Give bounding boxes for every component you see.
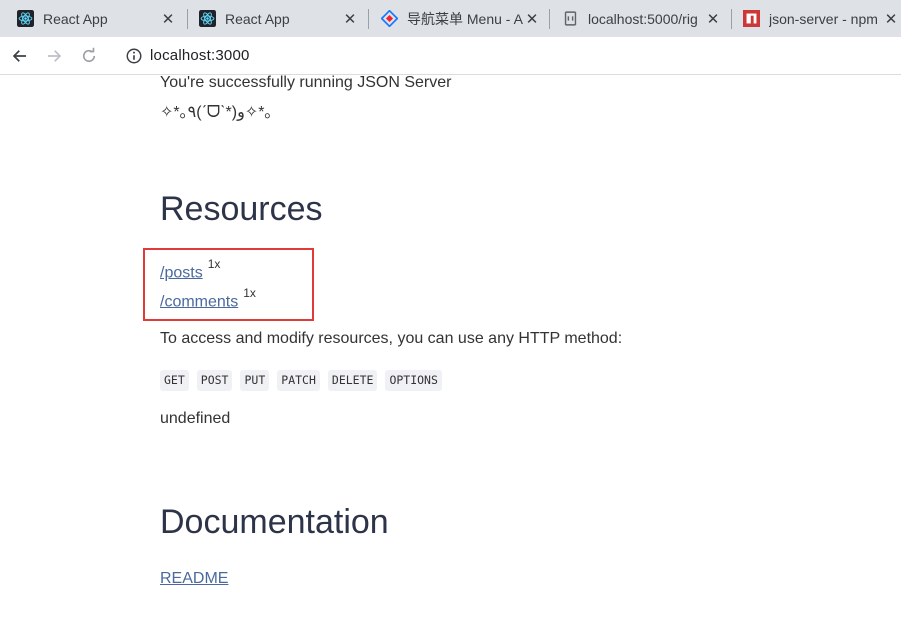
running-message: You're successfully running JSON Server	[160, 74, 452, 91]
undefined-text: undefined	[160, 410, 231, 427]
forward-button[interactable]	[42, 44, 66, 68]
access-text: To access and modify resources, you can …	[160, 330, 623, 347]
highlight-annotation-box	[143, 248, 314, 321]
tab-title: json-server - npm	[769, 10, 878, 27]
npm-icon	[743, 10, 760, 27]
react-icon	[17, 10, 34, 27]
tab-title: React App	[225, 10, 290, 27]
reload-button[interactable]	[77, 44, 101, 68]
method-patch: PATCH	[277, 370, 320, 391]
method-delete: DELETE	[327, 370, 378, 391]
documentation-heading: Documentation	[160, 503, 389, 541]
browser-toolbar: localhost:3000	[0, 37, 901, 75]
http-methods: GET POST PUT PATCH DELETE OPTIONS	[160, 370, 442, 391]
forward-arrow-icon	[48, 50, 62, 62]
readme-link[interactable]: README	[160, 570, 228, 587]
kaomoji: ✧*｡٩(ˊᗜˋ*)و✧*｡	[160, 104, 273, 121]
back-button[interactable]	[8, 44, 32, 68]
back-arrow-icon	[12, 50, 26, 62]
method-options: OPTIONS	[385, 370, 442, 391]
readme-item: README	[160, 570, 228, 588]
method-post: POST	[196, 370, 233, 391]
close-icon[interactable]: ✕	[705, 11, 721, 28]
tab-title: 导航菜单 Menu - A	[407, 10, 523, 27]
antd-icon	[381, 10, 398, 27]
close-icon[interactable]: ✕	[883, 11, 899, 28]
tab-react-app-2[interactable]: React App ✕	[182, 0, 368, 37]
address-bar-url[interactable]: localhost:3000	[150, 47, 250, 64]
resources-heading: Resources	[160, 190, 323, 228]
close-icon[interactable]: ✕	[342, 11, 358, 28]
close-icon[interactable]: ✕	[160, 11, 176, 28]
page-icon	[562, 10, 579, 27]
react-icon	[199, 10, 216, 27]
reload-icon	[82, 47, 96, 63]
tab-title: localhost:5000/rig	[588, 10, 698, 27]
tab-antd-menu[interactable]: 导航菜单 Menu - A ✕	[364, 0, 550, 37]
method-get: GET	[160, 370, 189, 391]
tab-localhost-5000[interactable]: localhost:5000/rig ✕	[545, 0, 731, 37]
tab-react-app-1[interactable]: React App ✕	[0, 0, 186, 37]
tab-json-server-npm[interactable]: json-server - npm ✕	[726, 0, 901, 37]
tab-title: React App	[43, 10, 108, 27]
close-icon[interactable]: ✕	[524, 11, 540, 28]
tab-strip: React App ✕ React App ✕ 导航菜单 Menu - A ✕ …	[0, 0, 901, 37]
method-put: PUT	[240, 370, 270, 391]
site-info-icon[interactable]	[125, 47, 143, 65]
